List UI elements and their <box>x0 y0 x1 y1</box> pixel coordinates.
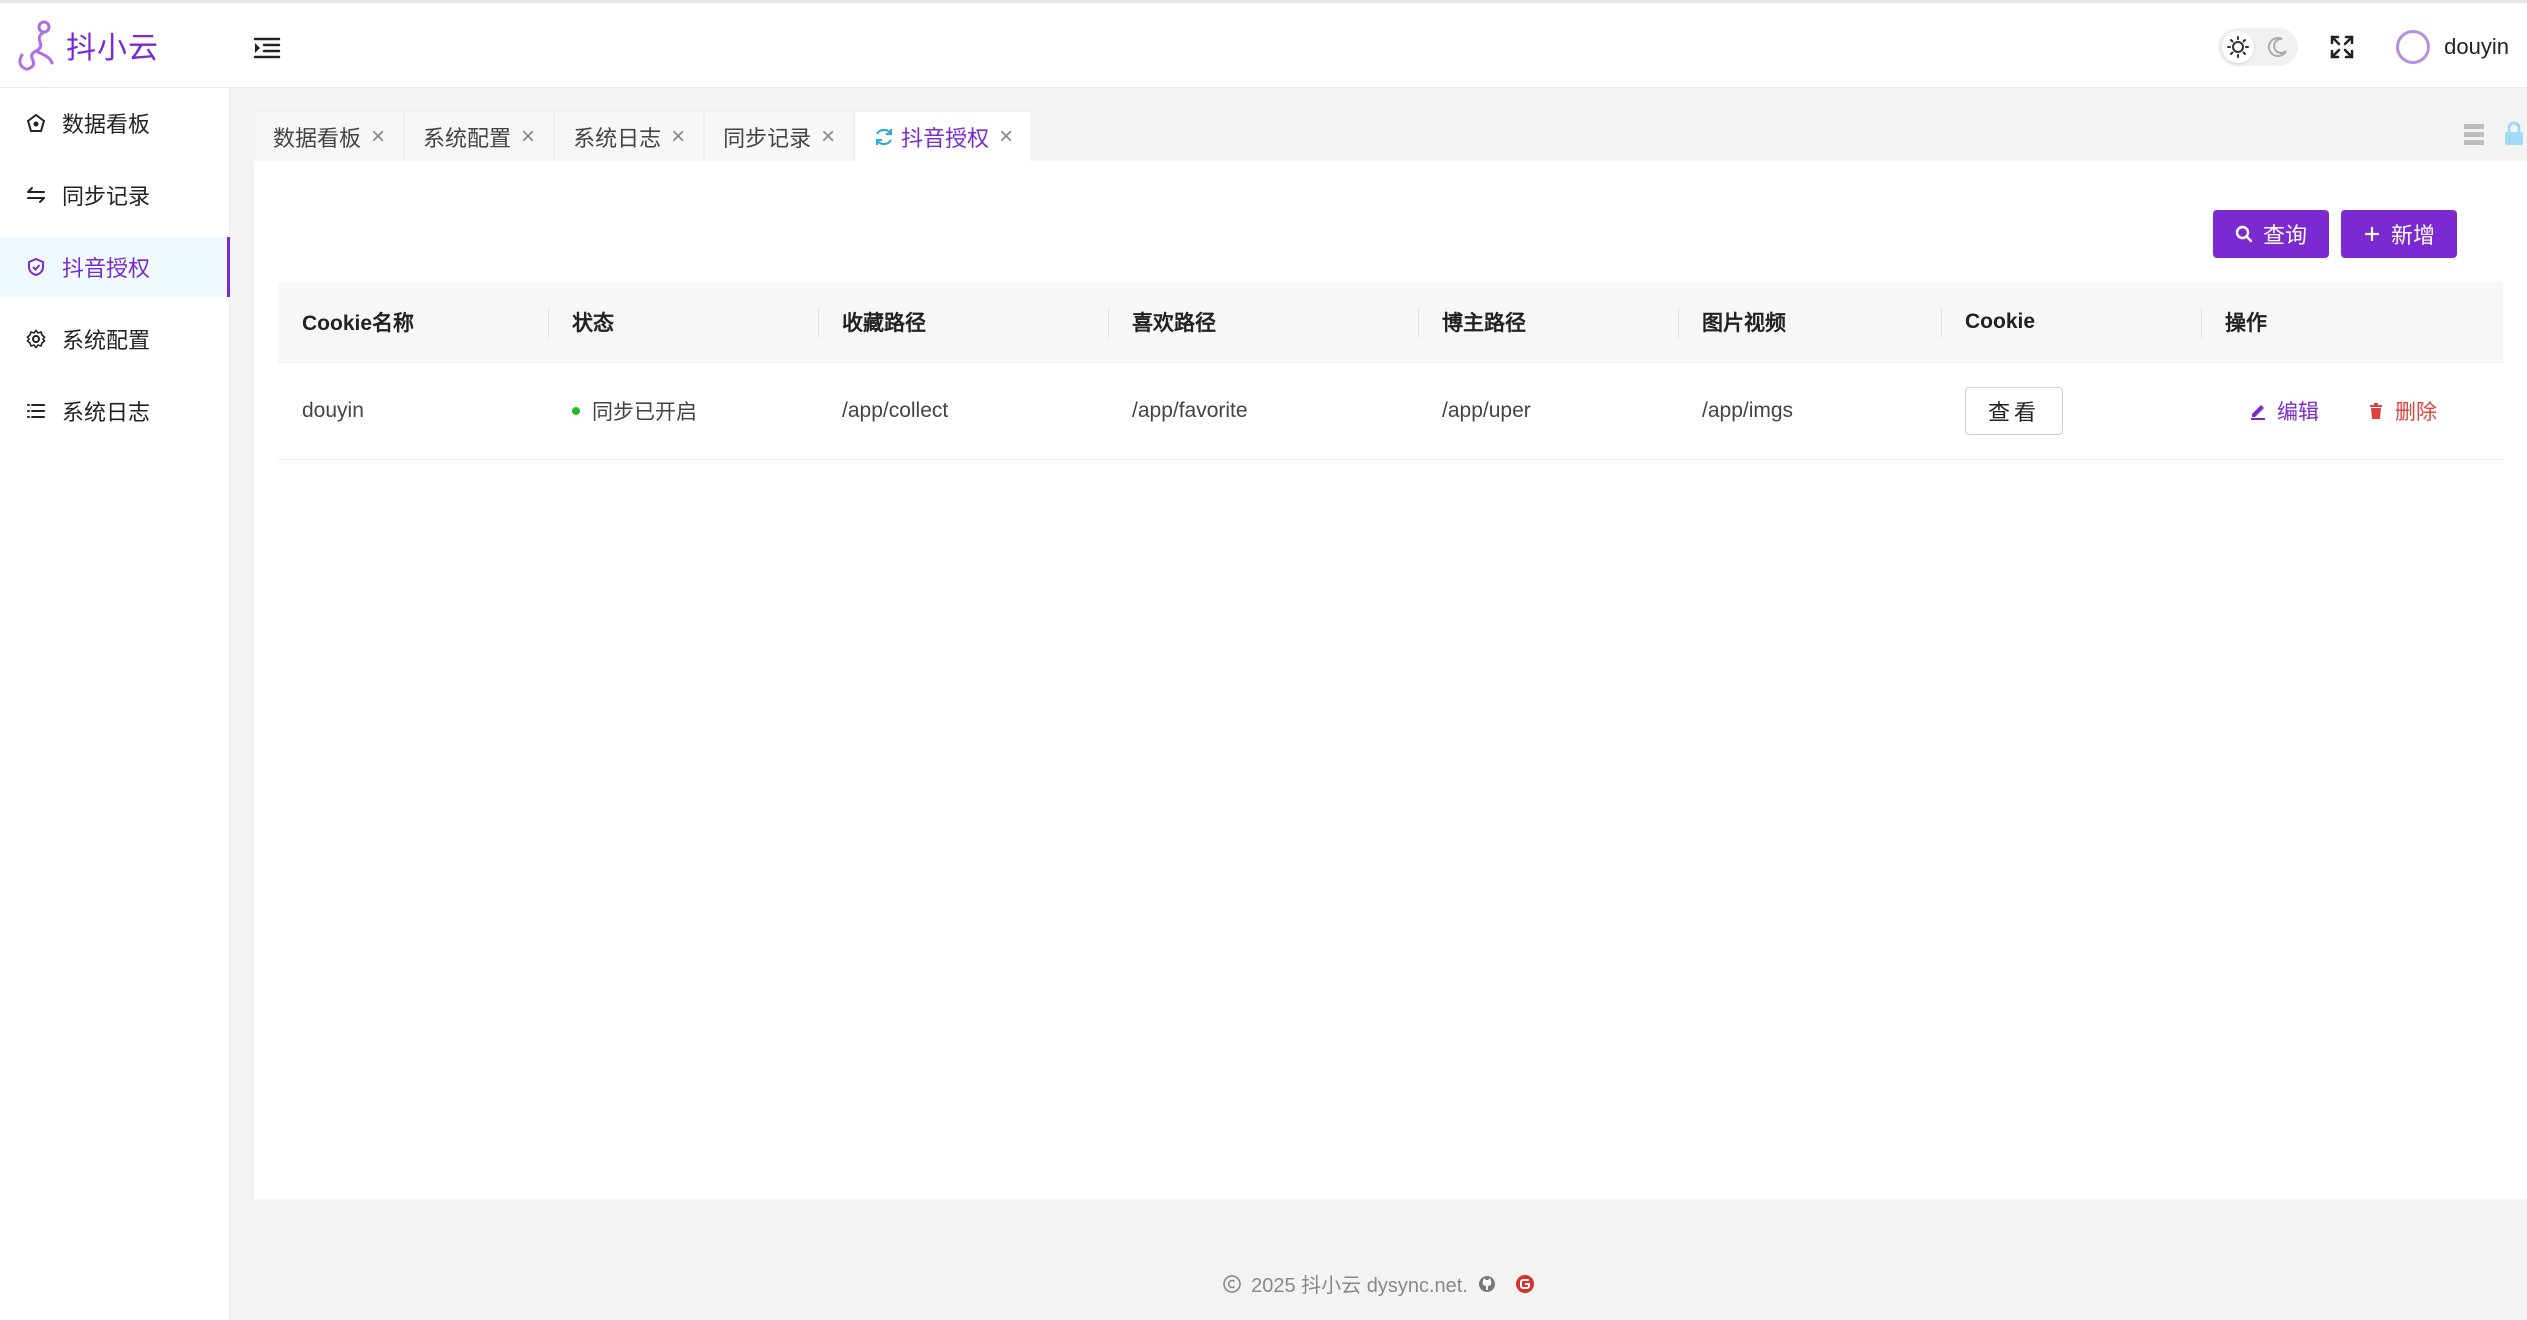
avatar[interactable] <box>2396 30 2431 64</box>
actions-cell: 编辑 删除 <box>2201 363 2503 459</box>
sidebar-item-label: 抖音授权 <box>62 256 151 281</box>
tab-label: 数据看板 <box>273 125 362 151</box>
page-tabs: 数据看板 × 系统配置 × 系统日志 × 同步记录 × 抖音授权 × <box>254 111 1033 161</box>
sidebar-item-label: 系统配置 <box>62 328 151 353</box>
tab-tools <box>2447 121 2527 147</box>
top-header: 抖小云 douyin <box>0 0 2527 88</box>
header-actions: douyin <box>2218 3 2527 91</box>
plus-icon <box>2363 225 2381 243</box>
app-root: 抖小云 douyin 数据看板 同步记录 抖音授权 系统配置 系统日志 数据看板… <box>0 0 2527 1320</box>
column-header: 图片视频 <box>1678 282 1941 362</box>
view-cookie-button[interactable]: 查看 <box>1965 387 2064 435</box>
sidebar: 数据看板 同步记录 抖音授权 系统配置 系统日志 <box>0 88 230 1320</box>
search-icon <box>2235 225 2253 243</box>
app-logo[interactable]: 抖小云 <box>14 17 159 73</box>
gear-icon <box>24 327 48 351</box>
tab-sync-records[interactable]: 同步记录 × <box>704 111 855 161</box>
table-header: Cookie名称 状态 收藏路径 喜欢路径 博主路径 图片视频 Cookie 操… <box>278 282 2503 363</box>
column-header: Cookie名称 <box>302 312 415 335</box>
sidebar-item-label: 数据看板 <box>62 112 151 137</box>
column-header: 收藏路径 <box>818 282 1108 362</box>
theme-toggle[interactable] <box>2218 28 2299 66</box>
sidebar-item-system-config[interactable]: 系统配置 <box>0 309 229 369</box>
moon-icon <box>2262 31 2294 63</box>
app-name: 抖小云 <box>66 32 159 65</box>
cookie-cell: 查看 <box>1941 363 2201 459</box>
uper-path-cell: /app/uper <box>1442 399 1531 422</box>
tab-douyin-auth[interactable]: 抖音授权 × <box>854 111 1033 161</box>
status-cell: 同步已开启 <box>548 363 818 459</box>
sidebar-item-label: 系统日志 <box>62 400 151 425</box>
footer-text: 2025 抖小云 dysync.net. <box>1251 1275 1468 1297</box>
column-header: 喜欢路径 <box>1108 282 1418 362</box>
status-dot <box>572 407 580 415</box>
close-icon[interactable]: × <box>671 124 685 149</box>
sidebar-item-label: 同步记录 <box>62 184 151 209</box>
refresh-icon[interactable] <box>873 126 895 148</box>
gitee-icon[interactable] <box>1514 1273 1536 1295</box>
query-label: 查询 <box>2262 223 2307 248</box>
cookie-name-cell: douyin <box>302 399 364 422</box>
imgs-path-cell: /app/imgs <box>1702 399 1794 422</box>
status-text: 同步已开启 <box>592 401 697 424</box>
trash-icon <box>2367 402 2385 420</box>
github-icon[interactable] <box>1476 1273 1498 1295</box>
column-header: Cookie <box>1941 282 2201 362</box>
edit-button[interactable]: 编辑 <box>2249 396 2319 426</box>
dashboard-icon <box>24 111 48 135</box>
logo-icon <box>18 20 54 71</box>
list-icon <box>24 399 48 423</box>
menu-toggle-icon[interactable] <box>252 33 282 63</box>
tab-label: 同步记录 <box>723 125 812 151</box>
sidebar-item-system-log[interactable]: 系统日志 <box>0 381 229 441</box>
tab-label: 系统日志 <box>573 125 662 151</box>
close-icon[interactable]: × <box>371 124 385 149</box>
shield-icon <box>24 255 48 279</box>
auth-table: Cookie名称 状态 收藏路径 喜欢路径 博主路径 图片视频 Cookie 操… <box>278 282 2503 460</box>
close-icon[interactable]: × <box>521 124 535 149</box>
table-row: douyin 同步已开启 /app/collect /app/favorite … <box>278 363 2503 460</box>
footer: 2025 抖小云 dysync.net. <box>230 1269 2527 1298</box>
sidebar-item-dashboard[interactable]: 数据看板 <box>0 93 229 153</box>
favorite-path-cell: /app/favorite <box>1132 399 1248 422</box>
tab-label: 抖音授权 <box>901 125 990 151</box>
collect-path-cell: /app/collect <box>842 399 949 422</box>
close-icon[interactable]: × <box>821 124 835 149</box>
sidebar-item-sync-records[interactable]: 同步记录 <box>0 165 229 225</box>
add-label: 新增 <box>2390 223 2435 248</box>
fullscreen-icon[interactable] <box>2328 33 2356 61</box>
edit-label: 编辑 <box>2277 401 2319 424</box>
column-header: 操作 <box>2201 282 2503 362</box>
column-header: 博主路径 <box>1418 282 1678 362</box>
content-panel: 查询 新增 Cookie名称 状态 收藏路径 喜欢路径 博主路径 图片视频 Co… <box>254 161 2527 1199</box>
copyright-icon <box>1221 1273 1243 1295</box>
sun-icon <box>2222 31 2255 63</box>
toolbar: 查询 新增 <box>2201 210 2457 258</box>
delete-button[interactable]: 删除 <box>2367 396 2437 426</box>
delete-label: 删除 <box>2395 401 2437 424</box>
add-button[interactable]: 新增 <box>2340 210 2457 258</box>
tab-system-config[interactable]: 系统配置 × <box>404 111 555 161</box>
sync-arrows-icon <box>24 183 48 207</box>
query-button[interactable]: 查询 <box>2212 210 2329 258</box>
tab-system-log[interactable]: 系统日志 × <box>554 111 705 161</box>
column-header: 状态 <box>548 282 818 362</box>
tab-label: 系统配置 <box>423 125 512 151</box>
main-content: 数据看板 × 系统配置 × 系统日志 × 同步记录 × 抖音授权 × 查询 新增… <box>230 88 2527 1320</box>
layout-icon[interactable] <box>2461 121 2487 147</box>
close-icon[interactable]: × <box>999 124 1013 149</box>
lock-icon[interactable] <box>2501 121 2527 147</box>
sidebar-item-douyin-auth[interactable]: 抖音授权 <box>0 237 230 297</box>
tab-dashboard[interactable]: 数据看板 × <box>254 111 405 161</box>
pencil-icon <box>2249 402 2267 420</box>
username[interactable]: douyin <box>2444 34 2509 60</box>
